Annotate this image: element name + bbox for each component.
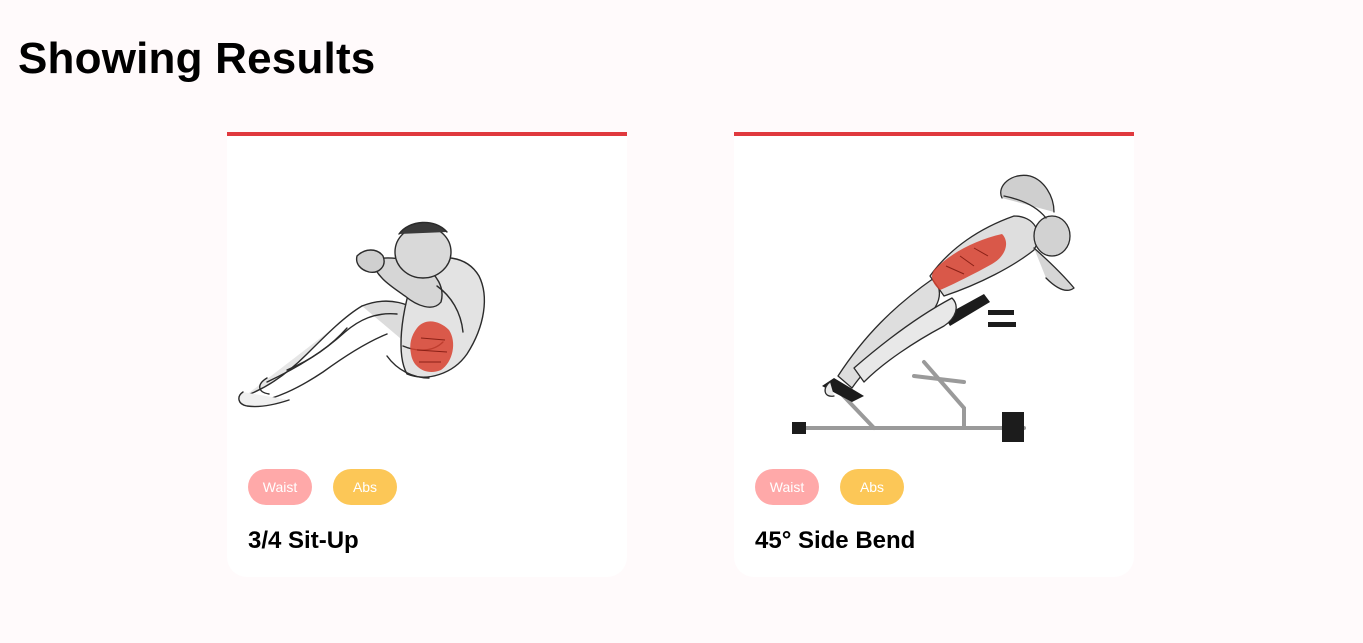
- tag-list: Waist Abs: [755, 469, 904, 505]
- tag-waist[interactable]: Waist: [755, 469, 819, 505]
- exercise-title[interactable]: 3/4 Sit-Up: [248, 527, 359, 555]
- exercise-title[interactable]: 45° Side Bend: [755, 527, 915, 555]
- side-bend-illustration: [792, 174, 1075, 442]
- tag-abs[interactable]: Abs: [840, 469, 904, 505]
- exercise-card[interactable]: Waist Abs 45° Side Bend: [734, 132, 1134, 577]
- sit-up-illustration: [238, 221, 485, 408]
- tag-list: Waist Abs: [248, 469, 397, 505]
- tag-waist[interactable]: Waist: [248, 469, 312, 505]
- results-grid: Waist Abs 3/4 Sit-Up Waist Abs 45° Side …: [227, 132, 1134, 577]
- page-heading: Showing Results: [18, 34, 376, 83]
- tag-abs[interactable]: Abs: [333, 469, 397, 505]
- exercise-card[interactable]: Waist Abs 3/4 Sit-Up: [227, 132, 627, 577]
